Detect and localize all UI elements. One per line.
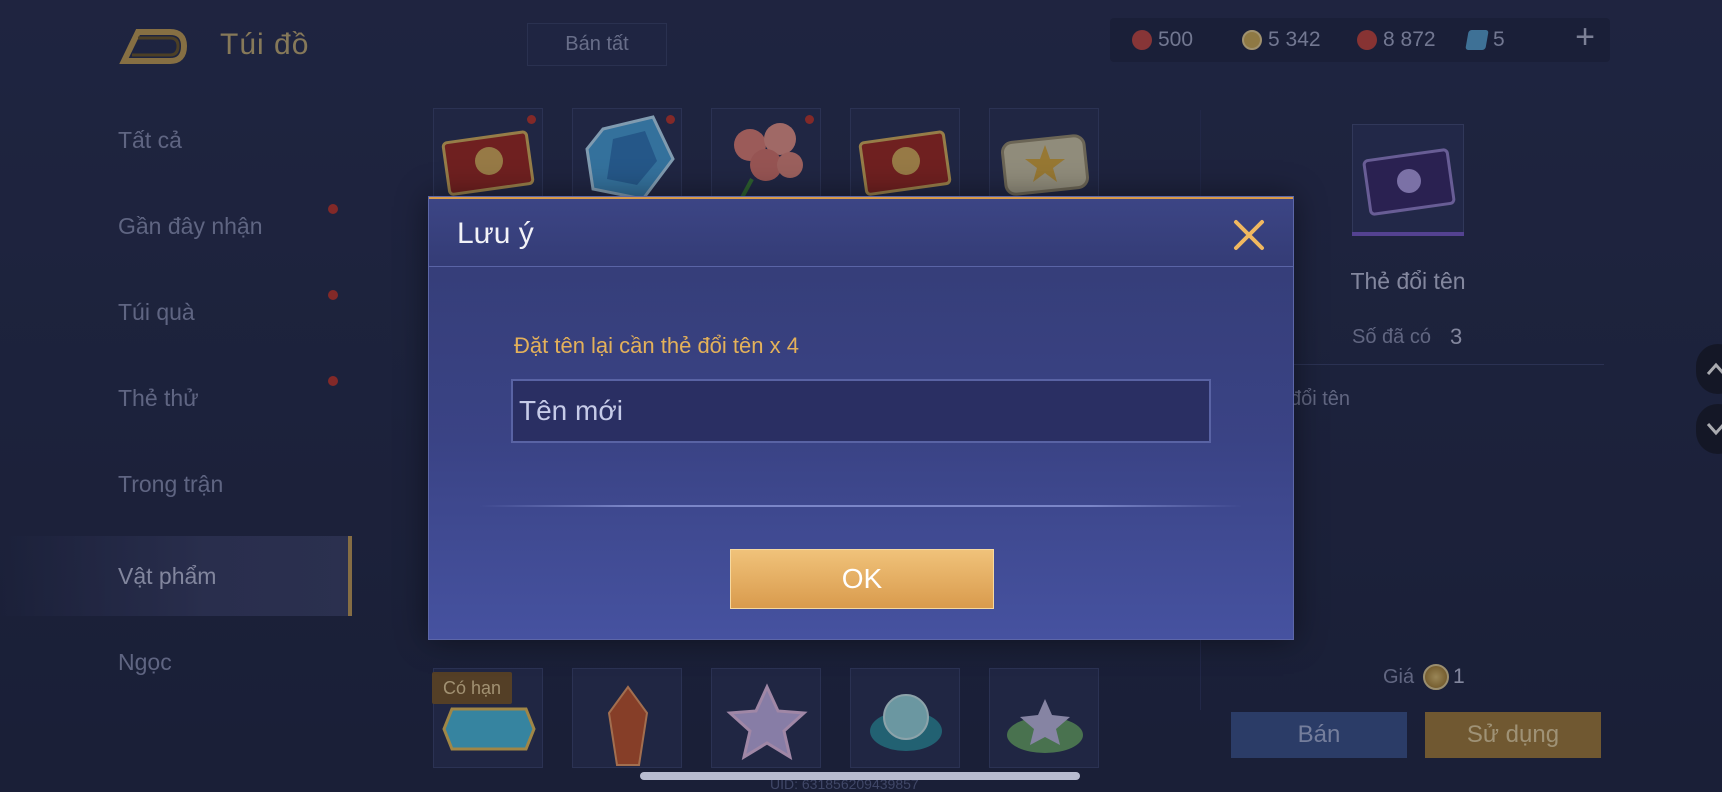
dialog-header: Lưu ý: [429, 197, 1293, 267]
new-name-input[interactable]: [511, 379, 1211, 443]
dialog-divider: [479, 505, 1243, 507]
dialog-title: Lưu ý: [457, 217, 534, 250]
ok-button[interactable]: OK: [730, 549, 994, 609]
home-indicator: [640, 772, 1080, 780]
close-button[interactable]: [1229, 215, 1269, 255]
close-icon: [1234, 220, 1264, 250]
rename-dialog: Lưu ý Đặt tên lại cần thẻ đổi tên x 4 OK: [428, 196, 1294, 640]
rename-requirement-text: Đặt tên lại cần thẻ đổi tên x 4: [514, 333, 799, 358]
